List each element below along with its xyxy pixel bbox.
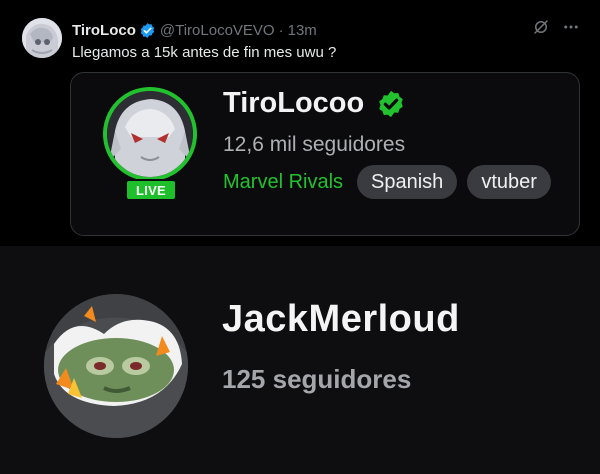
profile-avatar[interactable]: [44, 294, 188, 438]
stream-follower-count: 12,6 mil seguidores: [223, 133, 406, 156]
live-badge: LIVE: [125, 179, 177, 201]
stream-category-link[interactable]: Marvel Rivals: [223, 171, 343, 194]
profile-channel-name[interactable]: JackMerloud: [222, 298, 460, 341]
stream-card[interactable]: LIVE TiroLocoo 12,6 mil seguidores Marve…: [70, 72, 580, 236]
stream-channel-name[interactable]: TiroLocoo: [223, 87, 364, 120]
tweet-author-avatar[interactable]: [22, 18, 62, 58]
verified-badge-icon: [139, 22, 156, 39]
tweet-timestamp[interactable]: 13m: [288, 22, 317, 39]
tag-vtuber[interactable]: vtuber: [467, 165, 551, 199]
tag-spanish[interactable]: Spanish: [357, 165, 458, 199]
separator-dot: ·: [278, 21, 284, 39]
grok-icon[interactable]: [532, 18, 550, 41]
tweet-actions: [532, 18, 580, 41]
tweet-text: Llegamos a 15k antes de fin mes uwu ?: [72, 44, 337, 61]
channel-profile: JackMerloud 125 seguidores: [0, 246, 600, 474]
tweet: TiroLoco @TiroLocoVEVO · 13m Llegamos a: [0, 0, 600, 246]
stream-channel-header: TiroLocoo: [223, 87, 406, 120]
tweet-header: TiroLoco @TiroLocoVEVO · 13m: [72, 20, 317, 40]
stream-avatar-wrap: LIVE: [103, 87, 197, 201]
more-icon[interactable]: [562, 18, 580, 41]
author-display-name[interactable]: TiroLoco: [72, 22, 136, 39]
twitch-verified-icon: [376, 89, 406, 119]
author-handle[interactable]: @TiroLocoVEVO: [160, 22, 275, 39]
stream-meta-row: Marvel Rivals Spanish vtuber: [223, 165, 551, 199]
stream-avatar[interactable]: [103, 87, 197, 181]
profile-follower-count: 125 seguidores: [222, 364, 412, 394]
